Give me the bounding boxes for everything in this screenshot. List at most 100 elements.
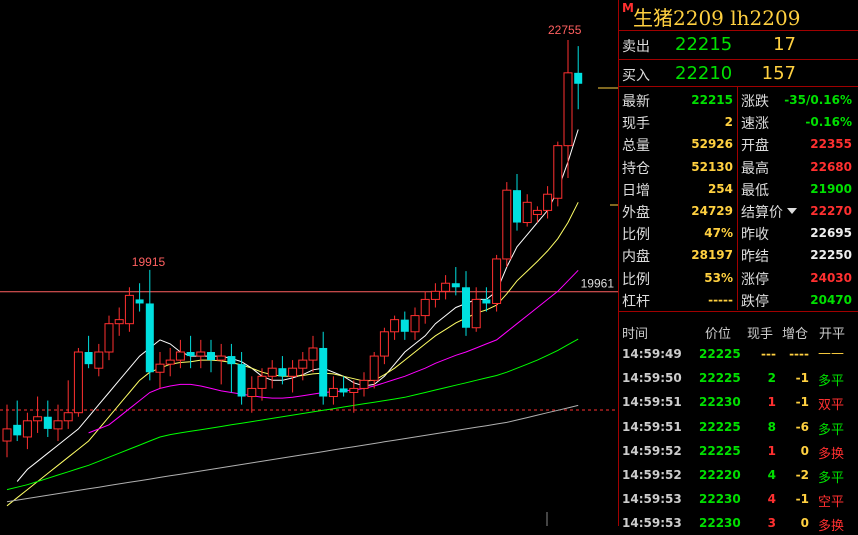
candle-body xyxy=(43,416,52,429)
ma-line xyxy=(6,202,579,507)
stat-value: 22695 xyxy=(810,226,852,241)
stat-r-2: 开盘 22355 xyxy=(738,132,858,154)
candle xyxy=(13,400,22,442)
stat-value: 21900 xyxy=(810,181,852,196)
table-row[interactable]: 14:59:53 22230 4 -1 空平 xyxy=(619,487,858,511)
tick-price: 22225 xyxy=(699,419,741,434)
candle xyxy=(319,331,328,405)
candle xyxy=(390,315,400,340)
tick-volume: 1 xyxy=(767,395,776,410)
reference-price-label: 19961 xyxy=(581,277,615,291)
candle-body xyxy=(563,72,573,147)
candle xyxy=(369,352,379,389)
candle-body xyxy=(359,379,369,389)
tick-price: 22230 xyxy=(699,492,741,507)
table-row[interactable]: 14:59:51 22230 1 -1 双平 xyxy=(619,390,858,414)
sell-price: 22215 xyxy=(675,34,733,55)
table-row[interactable]: 14:59:52 22220 4 -2 多平 xyxy=(619,463,858,487)
low-peak-label: 19915 xyxy=(132,255,166,269)
tick-time: 14:59:52 xyxy=(622,468,682,482)
candle-body xyxy=(420,298,430,317)
candle-body xyxy=(175,351,185,361)
table-row[interactable]: 14:59:53 22230 3 0 多换 xyxy=(619,511,858,535)
sell-quote-row[interactable]: 卖出 22215 17 xyxy=(619,31,858,59)
ma-line xyxy=(16,129,579,482)
stat-l-9: 杠杆 ----- xyxy=(619,288,739,310)
candle xyxy=(135,283,144,312)
candle xyxy=(462,271,470,336)
candle xyxy=(359,372,369,397)
stat-value: 2 xyxy=(724,115,733,130)
candle-body xyxy=(574,72,583,84)
candle-body xyxy=(124,294,134,325)
candle xyxy=(513,173,521,231)
candle xyxy=(33,396,43,433)
contract-header: M 生猪2209 lh2209 xyxy=(619,0,858,31)
candle-body xyxy=(308,347,318,361)
candle-body xyxy=(63,412,73,422)
stat-label: 日增 xyxy=(622,182,650,199)
candle-body xyxy=(462,287,470,328)
candle-body xyxy=(522,201,532,224)
candle xyxy=(247,376,257,413)
candle-body xyxy=(94,351,104,369)
candle-body xyxy=(216,355,226,361)
table-row[interactable]: 14:59:49 22225 --- ---- —— xyxy=(619,342,858,366)
candle-body xyxy=(196,351,206,357)
candle-body xyxy=(22,420,32,438)
stat-r-8: 涨停 24030 xyxy=(738,266,858,288)
stat-value: 53% xyxy=(704,270,733,285)
stat-r-5[interactable]: 结算价 22270 xyxy=(738,199,858,221)
candle xyxy=(2,404,12,458)
tick-kind: 多平 xyxy=(818,471,845,486)
candle xyxy=(216,343,226,385)
tick-change: 0 xyxy=(800,516,809,531)
dropdown-arrow-icon[interactable] xyxy=(787,208,797,214)
candle-body xyxy=(400,319,409,332)
candle-body xyxy=(73,351,83,414)
candle-body xyxy=(237,364,246,397)
table-row[interactable]: 14:59:52 22225 1 0 多换 xyxy=(619,439,858,463)
candle xyxy=(339,376,348,397)
candle-body xyxy=(482,299,491,304)
tick-change: -6 xyxy=(795,419,809,434)
candle xyxy=(471,287,481,332)
moving-average-lines xyxy=(6,129,579,507)
tick-volume: --- xyxy=(761,347,776,361)
candle xyxy=(482,287,491,312)
candle-body xyxy=(319,347,328,397)
candle-body xyxy=(84,352,93,365)
stat-value: 20470 xyxy=(810,292,852,307)
tick-price: 22225 xyxy=(699,347,741,361)
stat-l-2: 总量 52926 xyxy=(619,132,739,154)
candle xyxy=(288,360,298,393)
tick-change: -1 xyxy=(795,395,809,410)
stat-value: 22355 xyxy=(810,137,852,152)
col-volume: 现手 xyxy=(747,327,774,342)
candle-body xyxy=(114,319,124,325)
table-row[interactable]: 14:59:51 22225 8 -6 多平 xyxy=(619,415,858,439)
col-time: 时间 xyxy=(622,327,649,342)
candle-body xyxy=(288,367,298,377)
sell-label: 卖出 xyxy=(622,39,650,55)
candle xyxy=(522,194,532,227)
tick-volume: 8 xyxy=(767,419,776,434)
candlestick-chart[interactable]: 22755 19915 19961 xyxy=(0,0,618,526)
candle-body xyxy=(349,387,359,393)
tick-kind: —— xyxy=(818,346,844,361)
stat-label: 开盘 xyxy=(741,138,769,155)
candle xyxy=(563,40,573,179)
tick-price: 22225 xyxy=(699,371,741,386)
candle-body xyxy=(257,375,267,389)
table-row[interactable]: 14:59:50 22225 2 -1 多平 xyxy=(619,366,858,390)
stat-label: 涨停 xyxy=(741,271,769,288)
buy-quote-row[interactable]: 买入 22210 157 xyxy=(619,60,858,88)
stat-l-1: 现手 2 xyxy=(619,110,739,132)
contract-title[interactable]: 生猪2209 lh2209 xyxy=(633,2,800,31)
stat-r-4: 最低 21900 xyxy=(738,177,858,199)
candle xyxy=(420,291,430,324)
tick-change: -1 xyxy=(795,492,809,507)
stat-value: 52926 xyxy=(691,137,733,152)
stat-value: 22270 xyxy=(810,204,852,218)
stat-l-0: 最新 22215 xyxy=(619,88,739,110)
